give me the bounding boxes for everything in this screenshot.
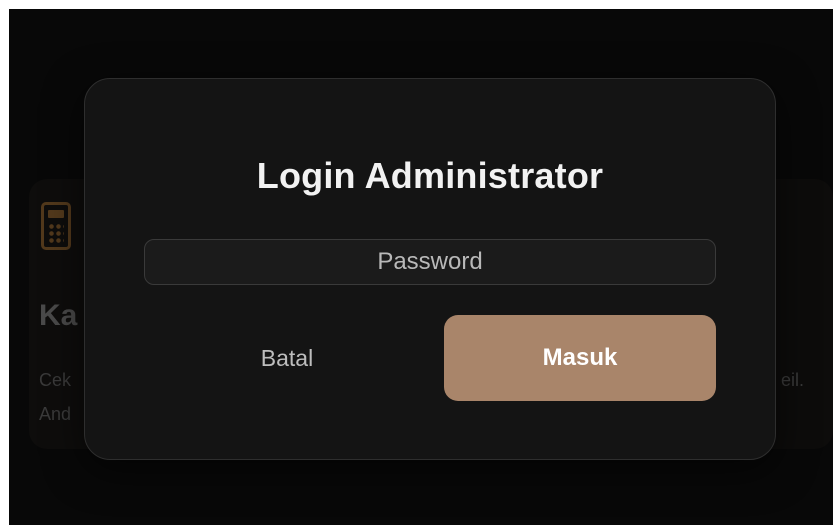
background-description-trail: eil.: [781, 370, 805, 390]
app-viewport: Ka Cek And eil. Login Administrator Bata…: [9, 9, 833, 525]
calculator-icon: [41, 202, 71, 250]
background-card-title: Ka: [39, 299, 78, 332]
login-modal: Login Administrator Batal Masuk: [84, 78, 776, 460]
cancel-button[interactable]: Batal: [144, 315, 430, 401]
password-input[interactable]: [144, 239, 716, 285]
login-button[interactable]: Masuk: [444, 315, 716, 401]
modal-title: Login Administrator: [256, 155, 604, 196]
